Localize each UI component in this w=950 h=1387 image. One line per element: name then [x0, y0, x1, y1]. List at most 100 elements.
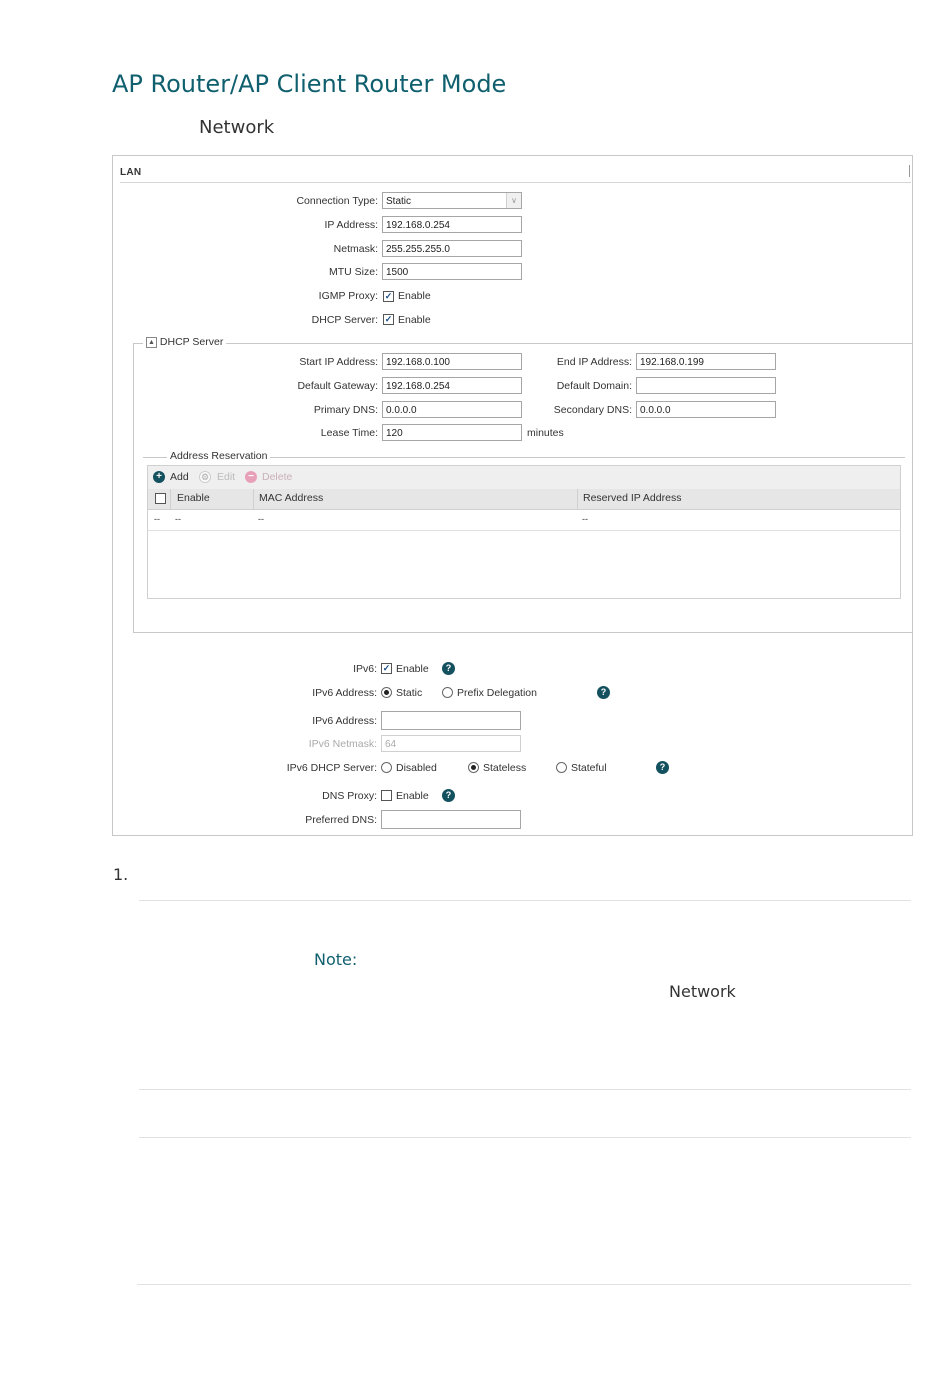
select-all-checkbox[interactable] — [155, 493, 166, 504]
column-header-mac[interactable]: MAC Address — [259, 492, 323, 504]
ipv6-dhcp-stateful-label: Stateful — [571, 762, 607, 774]
step-number: 1. — [113, 865, 129, 884]
lease-time-input[interactable]: 120 — [382, 424, 522, 441]
row-cell-mac: -- — [258, 514, 264, 524]
igmp-proxy-checkbox[interactable]: ✓ — [383, 291, 394, 302]
default-gateway-label: Default Gateway: — [297, 380, 378, 392]
column-separator — [170, 489, 171, 509]
default-domain-input[interactable] — [636, 377, 776, 394]
dns-proxy-label: DNS Proxy: — [322, 790, 377, 802]
dhcp-server-checkbox[interactable]: ✓ — [383, 314, 394, 325]
help-icon[interactable]: ? — [442, 662, 455, 675]
ip-address-input[interactable]: 192.168.0.254 — [382, 216, 522, 233]
row-cell-enable: -- — [175, 514, 181, 524]
netmask-label: Netmask: — [333, 243, 378, 255]
add-button-label: Add — [170, 471, 189, 483]
delete-button-label: Delete — [262, 471, 293, 483]
edit-button[interactable]: ⚙ Edit — [199, 471, 244, 485]
delete-button[interactable]: − Delete — [245, 471, 300, 485]
ipv6-netmask-label: IPv6 Netmask: — [308, 738, 377, 750]
help-icon[interactable]: ? — [442, 789, 455, 802]
ip-address-label: IP Address: — [324, 219, 378, 231]
column-separator — [577, 489, 578, 509]
help-icon[interactable]: ? — [597, 686, 610, 699]
help-icon[interactable]: ? — [656, 761, 669, 774]
ipv6-dhcp-disabled-radio[interactable] — [381, 762, 392, 773]
secondary-dns-input[interactable]: 0.0.0.0 — [636, 401, 776, 418]
ipv6-mode-prefix-radio[interactable] — [442, 687, 453, 698]
panel-edge-marker — [909, 165, 910, 177]
igmp-proxy-enable-text: Enable — [398, 290, 431, 302]
end-ip-input[interactable]: 192.168.0.199 — [636, 353, 776, 370]
note-bottom-divider — [139, 1089, 911, 1090]
default-domain-label: Default Domain: — [556, 380, 632, 392]
note-network-word: Network — [669, 982, 736, 1001]
check-icon: ✓ — [384, 314, 393, 324]
dhcp-server-label: DHCP Server: — [311, 314, 378, 326]
dns-proxy-checkbox[interactable] — [381, 790, 392, 801]
ipv6-mode-static-radio[interactable] — [381, 687, 392, 698]
preferred-dns-input[interactable] — [381, 810, 521, 829]
column-header-enable[interactable]: Enable — [177, 492, 210, 504]
gear-icon: ⚙ — [199, 471, 211, 483]
section-divider — [137, 1284, 911, 1285]
row-cell-select: -- — [154, 514, 160, 524]
column-separator — [253, 489, 254, 509]
end-ip-label: End IP Address: — [556, 356, 632, 368]
ipv6-checkbox[interactable]: ✓ — [381, 663, 392, 674]
ipv6-mode-prefix-label: Prefix Delegation — [457, 687, 537, 699]
ipv6-mode-static-label: Static — [396, 687, 423, 699]
ipv6-dhcp-disabled-label: Disabled — [396, 762, 437, 774]
dhcp-fieldset-legend: ▲ DHCP Server — [143, 336, 227, 348]
dhcp-fieldset-left — [133, 343, 134, 632]
preferred-dns-label: Preferred DNS: — [305, 814, 377, 826]
collapse-icon[interactable]: ▲ — [146, 336, 157, 348]
reservation-legend: Address Reservation — [167, 450, 271, 462]
connection-type-label: Connection Type: — [296, 195, 378, 207]
ipv6-dhcp-stateful-radio[interactable] — [556, 762, 567, 773]
ipv6-dhcp-server-label: IPv6 DHCP Server: — [286, 762, 377, 774]
ipv6-label: IPv6: — [353, 663, 377, 675]
add-icon: + — [153, 471, 165, 483]
ipv6-address-label: IPv6 Address: — [312, 715, 377, 727]
row-cell-reserved-ip: -- — [582, 514, 588, 524]
lease-time-unit: minutes — [527, 427, 564, 439]
dns-proxy-enable-text: Enable — [396, 790, 429, 802]
lan-divider — [120, 182, 911, 183]
lease-time-label: Lease Time: — [320, 427, 378, 439]
add-button[interactable]: + Add — [153, 471, 198, 485]
section-divider — [139, 1137, 911, 1138]
ipv6-address-mode-label: IPv6 Address: — [312, 687, 377, 699]
ipv6-netmask-input: 64 — [381, 735, 521, 752]
page-heading: AP Router/AP Client Router Mode — [112, 70, 507, 98]
dhcp-server-enable-text: Enable — [398, 314, 431, 326]
table-row: -- -- -- -- — [148, 510, 900, 531]
ipv6-dhcp-stateless-radio[interactable] — [468, 762, 479, 773]
settings-screenshot: LAN Connection Type: Static ∨ IP Address… — [112, 155, 913, 836]
column-header-reserved-ip[interactable]: Reserved IP Address — [583, 492, 681, 504]
chevron-down-icon[interactable]: ∨ — [506, 193, 521, 208]
mtu-size-label: MTU Size: — [328, 266, 378, 278]
check-icon: ✓ — [382, 663, 391, 673]
primary-dns-label: Primary DNS: — [313, 404, 378, 416]
section-subheading: Network — [199, 117, 275, 138]
ipv6-enable-text: Enable — [396, 663, 429, 675]
reservation-table-header: Enable MAC Address Reserved IP Address — [148, 489, 900, 510]
delete-icon: − — [245, 471, 257, 483]
reservation-table: + Add ⚙ Edit − Delete Enable MAC Address… — [147, 465, 901, 599]
reservation-toolbar: + Add ⚙ Edit − Delete — [148, 466, 900, 490]
start-ip-label: Start IP Address: — [299, 356, 378, 368]
igmp-proxy-label: IGMP Proxy: — [318, 290, 378, 302]
connection-type-value: Static — [386, 196, 412, 207]
ipv6-address-input[interactable] — [381, 711, 521, 730]
dhcp-fieldset-bottom — [133, 632, 912, 633]
dhcp-legend-label: DHCP Server — [159, 336, 224, 348]
note-title: Note: — [314, 950, 358, 969]
dhcp-fieldset-top — [133, 343, 912, 344]
connection-type-select[interactable]: Static ∨ — [382, 192, 522, 209]
mtu-size-input[interactable]: 1500 — [382, 263, 522, 280]
check-icon: ✓ — [384, 291, 393, 301]
netmask-input[interactable]: 255.255.255.0 — [382, 240, 522, 257]
ipv6-dhcp-stateless-label: Stateless — [483, 762, 527, 774]
lan-title: LAN — [120, 167, 142, 178]
